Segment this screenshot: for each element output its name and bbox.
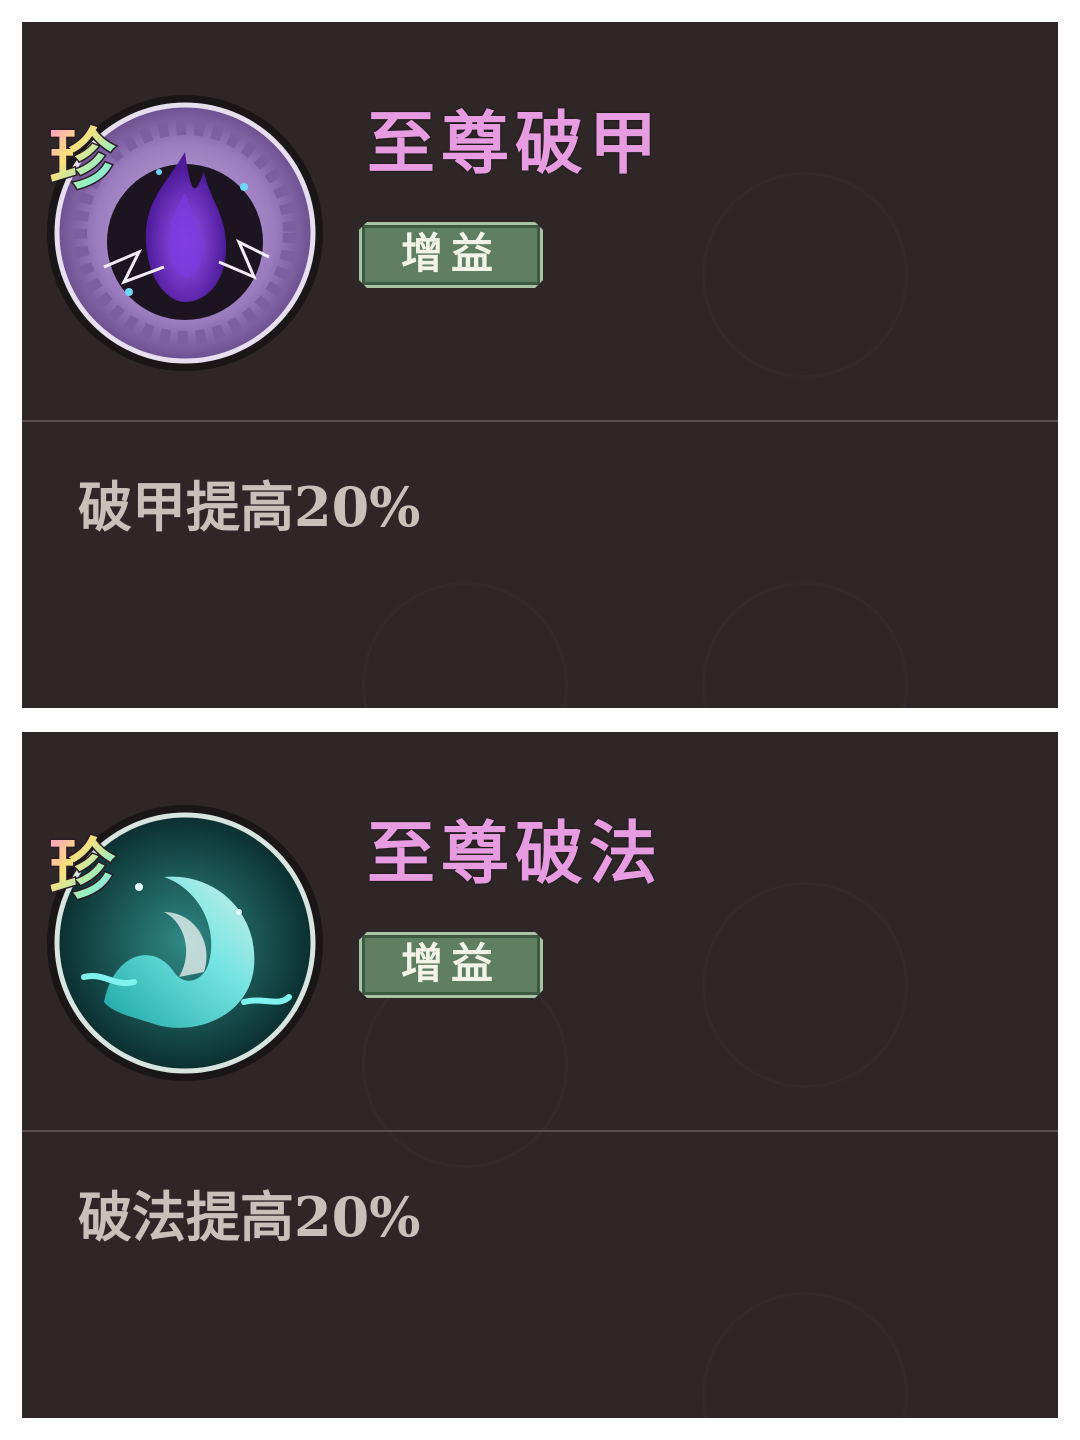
buff-card-magic-break[interactable]: 珍 至尊破法 增益 破法提高20% <box>22 732 1058 1418</box>
buff-header: 珍 至尊破甲 增益 <box>22 22 1058 420</box>
rarity-badge-icon: 珍 <box>34 112 130 208</box>
background-pattern <box>702 1292 908 1418</box>
buff-list: 珍 至尊破甲 增益 破甲提高20% 珍 至尊破法 增益 破法提高20% <box>0 0 1080 1440</box>
buff-title: 至尊破甲 <box>367 104 664 184</box>
background-pattern <box>702 582 908 708</box>
background-pattern <box>362 582 568 708</box>
buff-type-badge: 增益 <box>359 932 543 998</box>
buff-description: 破甲提高20% <box>78 475 421 539</box>
rarity-badge-icon: 珍 <box>34 822 130 918</box>
svg-text:珍: 珍 <box>49 120 116 198</box>
divider <box>22 420 1058 422</box>
buff-title: 至尊破法 <box>367 814 664 894</box>
svg-text:珍: 珍 <box>49 830 116 908</box>
divider <box>22 1130 1058 1132</box>
buff-header: 珍 至尊破法 增益 <box>22 732 1058 1130</box>
buff-card-armor-break[interactable]: 珍 至尊破甲 增益 破甲提高20% <box>22 22 1058 708</box>
buff-type-badge: 增益 <box>359 222 543 288</box>
buff-description: 破法提高20% <box>78 1185 421 1249</box>
